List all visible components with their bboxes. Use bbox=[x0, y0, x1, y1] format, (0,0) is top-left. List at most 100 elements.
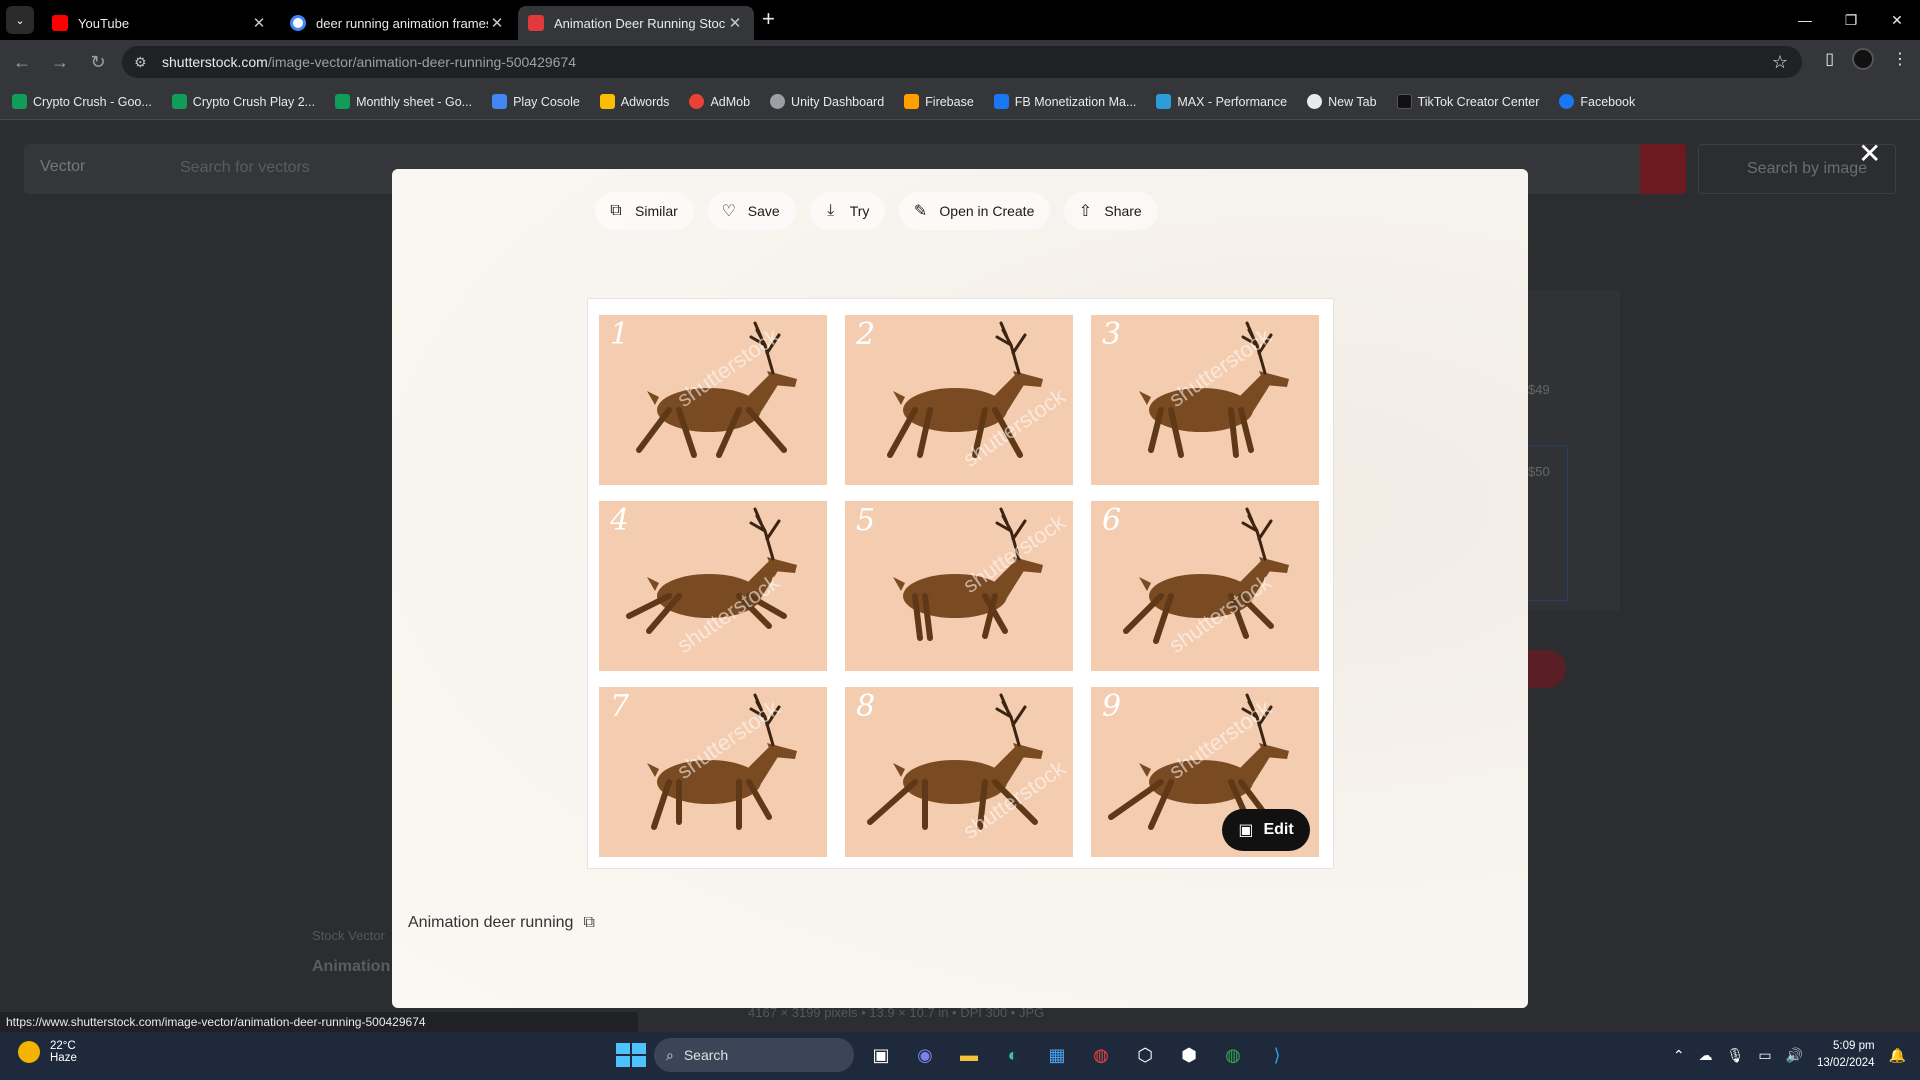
taskbar-apps: ⌕ Search ▣ ◉ ▬ ◐ ▦ ◍ ⬡ ⬢ ◍ ⟩ bbox=[612, 1038, 1294, 1072]
download-icon: ⤓ bbox=[827, 202, 835, 219]
animation-frame: 1 shutterstock bbox=[599, 315, 827, 485]
url-path: /image-vector/animation-deer-running-500… bbox=[267, 54, 577, 70]
forward-icon[interactable]: → bbox=[44, 46, 76, 78]
bg-price: $49 bbox=[1528, 382, 1550, 397]
profile-avatar[interactable] bbox=[1852, 48, 1874, 70]
windows-start-icon[interactable] bbox=[612, 1039, 646, 1071]
copy-icon[interactable]: ⧉ bbox=[583, 914, 594, 932]
unity-icon bbox=[770, 94, 786, 109]
close-tab-icon[interactable]: ✕ bbox=[488, 14, 506, 32]
unity-hub-icon[interactable]: ⬡ bbox=[1128, 1038, 1162, 1072]
deer-illustration bbox=[887, 321, 1043, 458]
bookmark-item[interactable]: Unity Dashboard bbox=[770, 94, 884, 109]
weather-widget[interactable]: 22°C Haze bbox=[18, 1040, 77, 1064]
reload-icon[interactable]: ↻ bbox=[82, 46, 114, 78]
close-tab-icon[interactable]: ✕ bbox=[726, 14, 744, 32]
task-view-icon[interactable]: ▣ bbox=[864, 1038, 898, 1072]
bookmark-item[interactable]: Facebook bbox=[1559, 94, 1635, 109]
file-explorer-icon[interactable]: ▬ bbox=[952, 1038, 986, 1072]
bookmark-star-icon[interactable]: ☆ bbox=[1772, 52, 1788, 73]
microphone-icon[interactable]: 🎙 bbox=[1727, 1047, 1745, 1064]
bg-stock-label: Stock Vector bbox=[312, 928, 385, 943]
sheets-icon bbox=[171, 94, 187, 109]
animation-frame: 6 shutterstock bbox=[1091, 501, 1319, 671]
bg-search-button bbox=[1640, 144, 1686, 194]
site-info-icon[interactable]: ⚙ bbox=[134, 54, 152, 71]
clock[interactable]: 5:09 pm 13/02/2024 bbox=[1817, 1038, 1875, 1072]
tiktok-icon bbox=[1396, 94, 1412, 109]
bookmark-item[interactable]: Play Cosole bbox=[492, 94, 580, 109]
bookmark-label: Facebook bbox=[1580, 94, 1636, 109]
bookmark-item[interactable]: Monthly sheet - Go... bbox=[335, 94, 472, 109]
side-panel-icon[interactable]: ▯ bbox=[1825, 49, 1834, 69]
tab-title: Animation Deer Running Stock bbox=[554, 15, 726, 31]
bookmark-item[interactable]: Firebase bbox=[904, 94, 974, 109]
network-icon[interactable]: ▭ bbox=[1758, 1047, 1771, 1064]
tab-search-dropdown[interactable]: ⌄ bbox=[6, 6, 34, 34]
onedrive-icon[interactable]: ☁ bbox=[1699, 1047, 1713, 1064]
weather-temp: 22°C bbox=[50, 1040, 76, 1052]
bookmark-label: Firebase bbox=[925, 94, 974, 109]
restore-icon[interactable]: ❐ bbox=[1828, 0, 1874, 40]
deer-illustration bbox=[647, 693, 797, 830]
bookmark-item[interactable]: Adwords bbox=[599, 94, 670, 109]
edit-label: Edit bbox=[1263, 821, 1294, 838]
tab-youtube[interactable]: YouTube ✕ bbox=[42, 6, 278, 40]
close-tab-icon[interactable]: ✕ bbox=[250, 14, 268, 32]
edit-button[interactable]: ▣ Edit bbox=[1222, 809, 1310, 851]
bookmark-item[interactable]: MAX - Performance bbox=[1156, 94, 1287, 109]
youtube-icon bbox=[52, 15, 68, 31]
deer-illustration bbox=[626, 507, 797, 634]
volume-icon[interactable]: 🔊 bbox=[1786, 1047, 1803, 1064]
back-icon[interactable]: ← bbox=[6, 46, 38, 78]
animation-frame: 8 shutterstock bbox=[845, 687, 1073, 857]
bookmark-item[interactable]: New Tab bbox=[1307, 94, 1377, 109]
unity-editor-icon[interactable]: ⬢ bbox=[1172, 1038, 1206, 1072]
max-icon bbox=[1156, 94, 1172, 109]
button-label: Similar bbox=[635, 203, 678, 219]
adwords-icon bbox=[599, 94, 615, 109]
bookmark-item[interactable]: AdMob bbox=[689, 94, 750, 109]
similar-icon: ⧉ bbox=[610, 202, 622, 219]
address-bar[interactable]: ⚙ shutterstock.com/image-vector/animatio… bbox=[122, 46, 1802, 78]
deer-illustration bbox=[1139, 321, 1289, 458]
menu-icon[interactable]: ⋮ bbox=[1892, 49, 1908, 69]
new-tab-button[interactable]: + bbox=[762, 6, 775, 32]
button-label: Share bbox=[1104, 203, 1142, 219]
bookmark-label: Adwords bbox=[620, 94, 670, 109]
minimize-icon[interactable]: — bbox=[1782, 0, 1828, 40]
browser-tab-bar: ⌄ YouTube ✕ deer running animation frame… bbox=[0, 0, 1920, 40]
teams-icon[interactable]: ◉ bbox=[908, 1038, 942, 1072]
save-button[interactable]: ♡ Save bbox=[707, 192, 796, 230]
link-status-bar: https://www.shutterstock.com/image-vecto… bbox=[0, 1012, 638, 1032]
store-icon[interactable]: ▦ bbox=[1040, 1038, 1074, 1072]
tab-shutterstock[interactable]: Animation Deer Running Stock ✕ bbox=[518, 6, 754, 40]
browser-toolbar: ← → ↻ ⚙ shutterstock.com/image-vector/an… bbox=[0, 40, 1920, 84]
bookmark-item[interactable]: TikTok Creator Center bbox=[1396, 94, 1540, 109]
vscode-icon[interactable]: ⟩ bbox=[1260, 1038, 1294, 1072]
bookmark-item[interactable]: FB Monetization Ma... bbox=[993, 94, 1136, 109]
preview-image[interactable]: 1 shutterstock 2 shutterstock 3 shutterstock 4… bbox=[587, 298, 1334, 869]
notification-bell-icon[interactable]: 🔔 bbox=[1889, 1047, 1906, 1064]
bookmark-item[interactable]: Crypto Crush Play 2... bbox=[171, 94, 315, 109]
admob-icon bbox=[689, 94, 705, 109]
deer-illustration bbox=[893, 507, 1043, 641]
edge-icon[interactable]: ◐ bbox=[996, 1038, 1030, 1072]
bookmark-item[interactable]: Crypto Crush - Goo... bbox=[12, 94, 152, 109]
similar-button[interactable]: ⧉ Similar bbox=[595, 192, 694, 230]
chrome-profile-icon[interactable]: ◍ bbox=[1216, 1038, 1250, 1072]
deer-illustration bbox=[1123, 507, 1289, 644]
deer-illustration bbox=[867, 693, 1043, 830]
try-button[interactable]: ⤓ Try bbox=[809, 192, 886, 230]
tab-google-search[interactable]: deer running animation frames ✕ bbox=[280, 6, 516, 40]
close-window-icon[interactable]: ✕ bbox=[1874, 0, 1920, 40]
chrome-icon[interactable]: ◍ bbox=[1084, 1038, 1118, 1072]
window-controls: — ❐ ✕ bbox=[1782, 0, 1920, 40]
bookmark-label: TikTok Creator Center bbox=[1417, 94, 1540, 109]
close-modal-button[interactable]: ✕ bbox=[1858, 137, 1881, 170]
taskbar-search[interactable]: ⌕ Search bbox=[654, 1038, 854, 1072]
open-in-create-button[interactable]: ✎ Open in Create bbox=[899, 192, 1051, 230]
bg-search-type: Vector bbox=[40, 158, 86, 175]
chevron-up-icon[interactable]: ⌃ bbox=[1673, 1047, 1685, 1064]
share-button[interactable]: ⇧ Share bbox=[1064, 192, 1158, 230]
